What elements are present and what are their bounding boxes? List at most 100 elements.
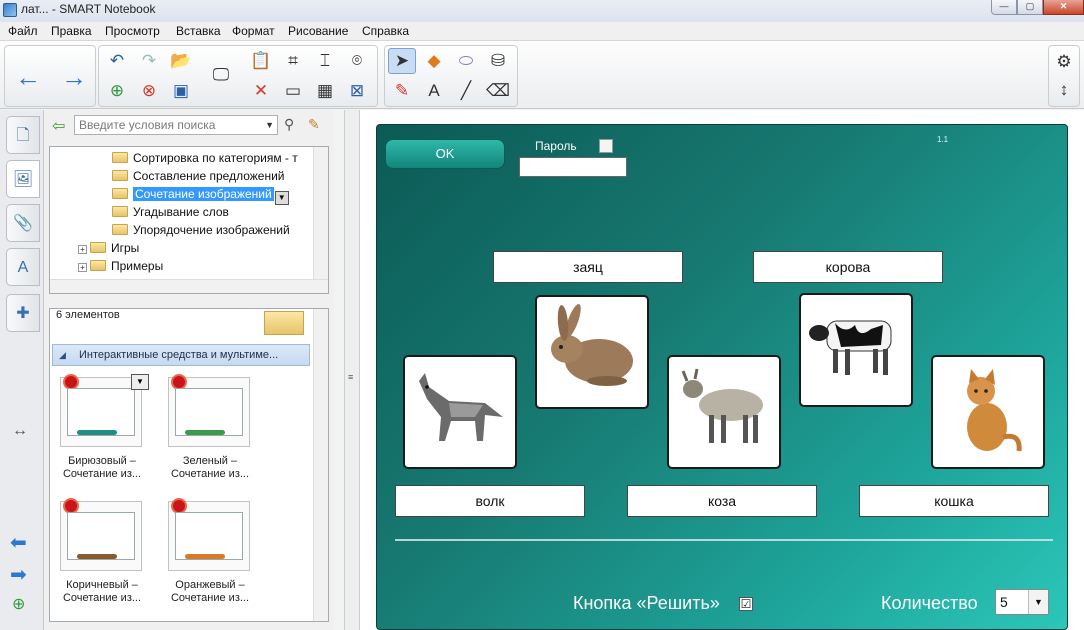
menu-format[interactable]: Формат xyxy=(232,24,275,38)
open-folder-icon[interactable]: 📂 xyxy=(167,48,195,74)
next-page-icon[interactable]: → xyxy=(59,62,89,92)
gallery-tree: Сортировка по категориям - т Составление… xyxy=(49,146,329,294)
ok-button[interactable]: OK xyxy=(385,139,505,169)
word-label-hare[interactable]: заяц xyxy=(493,251,683,283)
solve-button-checkbox[interactable]: ☑ xyxy=(739,597,753,611)
image-match-activity: OK Пароль 1.1 заяц корова волк коза кошк… xyxy=(376,124,1068,630)
template-thumb-brown[interactable] xyxy=(60,498,142,571)
search-options-icon[interactable]: ✎ xyxy=(308,116,320,133)
screen-capture-icon[interactable]: ⌗ xyxy=(279,48,307,74)
tree-item[interactable]: + Примеры xyxy=(78,257,163,275)
count-select[interactable]: 5 ▼ xyxy=(995,589,1049,615)
delete-icon[interactable]: ✕ xyxy=(247,78,275,104)
tree-item[interactable]: Сортировка по категориям - т xyxy=(112,149,298,167)
menu-draw[interactable]: Рисование xyxy=(288,24,348,38)
pane-splitter[interactable]: ≡ xyxy=(344,110,360,630)
page-sorter-tab-icon[interactable]: 🗋 xyxy=(6,116,40,154)
add-page-sidebar-icon[interactable]: ⊕ xyxy=(12,594,25,614)
tree-horizontal-scrollbar[interactable] xyxy=(50,279,328,293)
shapes-icon[interactable]: ◆ xyxy=(420,48,448,74)
back-arrow-icon[interactable]: ⇦ xyxy=(52,116,65,136)
item-count: 6 элементов xyxy=(56,309,120,321)
minimize-button[interactable]: — xyxy=(991,0,1017,15)
tree-item[interactable]: Составление предложений xyxy=(112,167,284,185)
document-camera-icon[interactable]: ⌾ xyxy=(343,48,371,74)
template-thumb-orange[interactable] xyxy=(168,498,250,571)
rabbit-picture[interactable] xyxy=(535,295,649,409)
word-label-wolf[interactable]: волк xyxy=(395,485,585,517)
app-icon xyxy=(3,3,17,17)
line-icon[interactable]: ╱ xyxy=(452,78,480,104)
settings-gear-icon[interactable]: ⚙ xyxy=(1050,49,1078,75)
pens-icon[interactable]: ✎ xyxy=(388,78,416,104)
close-button[interactable]: ✕ xyxy=(1043,0,1084,15)
chevron-down-icon[interactable]: ▼ xyxy=(274,191,289,205)
thumb-label: Зеленый – Сочетание из... xyxy=(170,455,250,480)
add-page-icon[interactable]: ⊕ xyxy=(103,78,131,104)
password-input[interactable] xyxy=(519,157,627,177)
table-icon[interactable]: ▦ xyxy=(311,78,339,104)
fill-icon[interactable]: ⛁ xyxy=(484,48,512,74)
tree-vertical-scrollbar[interactable] xyxy=(313,147,328,293)
version-label: 1.1 xyxy=(937,135,949,144)
move-toolbar-icon[interactable]: ↕ xyxy=(1050,77,1078,103)
title-bar: лат... - SMART Notebook — ▢ ✕ xyxy=(0,0,1084,22)
count-label: Количество xyxy=(881,593,978,613)
word-label-cat[interactable]: кошка xyxy=(859,485,1049,517)
word-label-goat[interactable]: коза xyxy=(627,485,817,517)
tree-item[interactable]: Угадывание слов xyxy=(112,203,229,221)
menu-file[interactable]: Файл xyxy=(8,24,38,38)
gallery-search-input[interactable]: Введите условия поиска ▼ xyxy=(74,115,278,135)
delete-page-icon[interactable]: ⊗ xyxy=(135,78,163,104)
undo-icon[interactable]: ↶ xyxy=(103,48,131,74)
paste-icon[interactable]: 📋 xyxy=(247,48,275,74)
screen-shade-icon[interactable]: ⌶ xyxy=(311,48,339,74)
display-screen-icon[interactable]: 🖵 xyxy=(207,62,235,88)
template-thumb-turquoise[interactable]: ▼ xyxy=(60,374,149,447)
resize-sidebar-icon[interactable]: ↔ xyxy=(12,422,28,440)
menu-view[interactable]: Просмотр xyxy=(105,24,160,38)
goat-picture[interactable] xyxy=(667,355,781,469)
previous-page-icon[interactable]: ← xyxy=(13,62,43,92)
thumb-label: Коричневый – Сочетание из... xyxy=(62,579,142,604)
chevron-down-icon[interactable]: ▼ xyxy=(1028,590,1048,614)
word-label-cow[interactable]: корова xyxy=(753,251,943,283)
gallery-scrollbar[interactable] xyxy=(313,309,328,621)
properties-tab-icon[interactable]: A xyxy=(6,248,40,286)
tree-item[interactable]: Упорядочение изображений xyxy=(112,221,290,239)
password-checkbox[interactable] xyxy=(599,139,613,153)
tree-item-selected[interactable]: Сочетание изображений ▼ xyxy=(112,185,289,205)
fullscreen-icon[interactable]: ⊠ xyxy=(343,78,371,104)
maximize-button[interactable]: ▢ xyxy=(1017,0,1043,15)
menu-edit[interactable]: Правка xyxy=(51,24,92,38)
gallery-items: 6 элементов Интерактивные средства и мул… xyxy=(49,308,329,622)
search-icon[interactable]: ⚲ xyxy=(284,116,294,133)
wolf-picture[interactable] xyxy=(403,355,517,469)
attachments-tab-icon[interactable]: 📎 xyxy=(6,204,40,242)
next-icon[interactable]: ➡ xyxy=(10,562,27,587)
previous-icon[interactable]: ⬅ xyxy=(10,530,27,555)
gallery-pane: ⇦ Введите условия поиска ▼ ⚲ ✎ Сортировк… xyxy=(44,110,334,630)
eraser-icon[interactable]: ⌫ xyxy=(484,78,512,104)
cat-picture[interactable] xyxy=(931,355,1045,469)
text-icon[interactable]: A xyxy=(420,78,448,104)
thumb-label: Бирюзовый – Сочетание из... xyxy=(62,455,142,480)
solve-button-label: Кнопка «Решить» xyxy=(573,593,720,613)
menu-help[interactable]: Справка xyxy=(362,24,409,38)
chevron-down-icon[interactable]: ▼ xyxy=(131,374,149,390)
menu-insert[interactable]: Вставка xyxy=(176,24,221,38)
spotlight-icon[interactable]: ▭ xyxy=(279,78,307,104)
addons-tab-icon[interactable]: ✚ xyxy=(6,294,40,332)
draw-group: ➤ ◆ ⬭ ⛁ ✎ A ╱ ⌫ xyxy=(384,45,518,107)
save-icon[interactable]: ▣ xyxy=(167,78,195,104)
thumb-label: Оранжевый – Сочетание из... xyxy=(170,579,250,604)
magic-pen-icon[interactable]: ⬭ xyxy=(452,48,480,74)
template-thumb-green[interactable] xyxy=(168,374,250,447)
search-dropdown-icon[interactable]: ▼ xyxy=(265,116,274,134)
redo-icon[interactable]: ↷ xyxy=(135,48,163,74)
select-cursor-icon[interactable]: ➤ xyxy=(388,48,416,74)
gallery-category-header[interactable]: Интерактивные средства и мультиме... xyxy=(52,344,310,366)
tree-item[interactable]: + Игры xyxy=(78,239,139,257)
gallery-tab-icon[interactable]: 🖼 xyxy=(6,160,40,198)
cow-picture[interactable] xyxy=(799,293,913,407)
